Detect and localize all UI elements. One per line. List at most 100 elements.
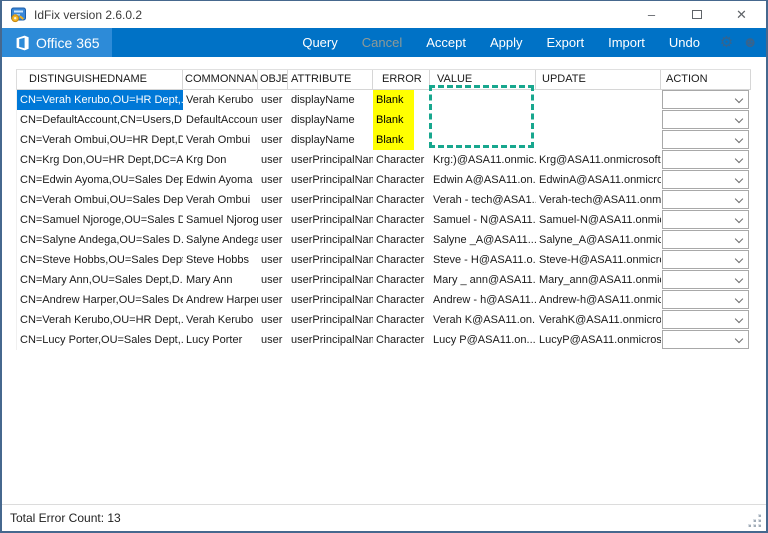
cell-commonname[interactable]: Mary Ann [183, 270, 258, 290]
action-dropdown[interactable] [662, 150, 749, 169]
column-header-value[interactable]: VALUE [430, 70, 536, 90]
action-dropdown[interactable] [662, 210, 749, 229]
cell-commonname[interactable]: DefaultAccount [183, 110, 258, 130]
cell-distinguishedname[interactable]: CN=Verah Kerubo,OU=HR Dept,... [17, 90, 183, 110]
cell-update[interactable] [536, 130, 661, 150]
cell-objectclass[interactable]: user [258, 190, 288, 210]
cell-distinguishedname[interactable]: CN=Steve Hobbs,OU=Sales Dept... [17, 250, 183, 270]
menu-item-undo[interactable]: Undo [669, 35, 700, 50]
cell-error[interactable]: Character [373, 230, 430, 250]
column-header-obje[interactable]: OBJE [258, 70, 288, 90]
cell-commonname[interactable]: Steve Hobbs [183, 250, 258, 270]
action-dropdown[interactable] [662, 230, 749, 249]
cell-objectclass[interactable]: user [258, 110, 288, 130]
column-header-commonnami[interactable]: COMMONNAMI [183, 70, 258, 90]
cell-value[interactable] [430, 110, 536, 130]
cell-update[interactable]: VerahK@ASA11.onmicros... [536, 310, 661, 330]
cell-commonname[interactable]: Verah Kerubo [183, 310, 258, 330]
cell-value[interactable]: Samuel - N@ASA11.... [430, 210, 536, 230]
cell-commonname[interactable]: Verah Kerubo [183, 90, 258, 110]
close-button[interactable]: ✕ [719, 1, 764, 28]
settings-gear-icon[interactable]: ⚙ [720, 35, 733, 50]
cell-error[interactable]: Blank [373, 90, 430, 110]
cell-commonname[interactable]: Lucy Porter [183, 330, 258, 350]
cell-error[interactable]: Blank [373, 110, 430, 130]
resize-grip-icon[interactable] [748, 514, 761, 527]
action-dropdown[interactable] [662, 90, 749, 109]
cell-update[interactable]: Steve-H@ASA11.onmicro... [536, 250, 661, 270]
cell-value[interactable]: Andrew - h@ASA11.... [430, 290, 536, 310]
cell-update[interactable] [536, 90, 661, 110]
cell-commonname[interactable]: Andrew Harper [183, 290, 258, 310]
column-header-attribute[interactable]: ATTRIBUTE [288, 70, 373, 90]
column-header-error[interactable]: ERROR [373, 70, 430, 90]
cell-attribute[interactable]: displayName [288, 110, 373, 130]
cell-attribute[interactable]: userPrincipalName [288, 310, 373, 330]
cell-objectclass[interactable]: user [258, 270, 288, 290]
cell-attribute[interactable]: userPrincipalName [288, 170, 373, 190]
action-dropdown[interactable] [662, 330, 749, 349]
action-dropdown[interactable] [662, 170, 749, 189]
cell-value[interactable]: Krg:)@ASA11.onmic... [430, 150, 536, 170]
minimize-button[interactable]: – [629, 1, 674, 28]
cell-value[interactable]: Edwin A@ASA11.on... [430, 170, 536, 190]
cell-error[interactable]: Character [373, 330, 430, 350]
menu-item-apply[interactable]: Apply [490, 35, 523, 50]
cell-commonname[interactable]: Salyne Andega [183, 230, 258, 250]
cell-update[interactable]: Verah-tech@ASA11.onmi... [536, 190, 661, 210]
cell-attribute[interactable]: userPrincipalName [288, 150, 373, 170]
action-dropdown[interactable] [662, 190, 749, 209]
cell-attribute[interactable]: userPrincipalName [288, 330, 373, 350]
cell-attribute[interactable]: userPrincipalName [288, 290, 373, 310]
cell-commonname[interactable]: Edwin Ayoma [183, 170, 258, 190]
cell-distinguishedname[interactable]: CN=Edwin Ayoma,OU=Sales Dep... [17, 170, 183, 190]
cell-attribute[interactable]: userPrincipalName [288, 230, 373, 250]
cell-objectclass[interactable]: user [258, 150, 288, 170]
cell-value[interactable] [430, 130, 536, 150]
maximize-button[interactable] [674, 1, 719, 28]
cell-value[interactable]: Mary _ ann@ASA11... [430, 270, 536, 290]
cell-error[interactable]: Character [373, 290, 430, 310]
menu-item-import[interactable]: Import [608, 35, 645, 50]
cell-error[interactable]: Character [373, 270, 430, 290]
cell-error[interactable]: Character [373, 210, 430, 230]
cell-distinguishedname[interactable]: CN=Verah Ombui,OU=HR Dept,D... [17, 130, 183, 150]
cell-commonname[interactable]: Samuel Njoroge [183, 210, 258, 230]
cell-update[interactable]: Andrew-h@ASA11.onmicr... [536, 290, 661, 310]
column-header-distinguishedname[interactable]: DISTINGUISHEDNAME [17, 70, 183, 90]
action-dropdown[interactable] [662, 310, 749, 329]
column-header-update[interactable]: UPDATE [536, 70, 661, 90]
cell-objectclass[interactable]: user [258, 310, 288, 330]
cell-distinguishedname[interactable]: CN=Verah Ombui,OU=Sales Dept... [17, 190, 183, 210]
cell-value[interactable]: Verah - tech@ASA1... [430, 190, 536, 210]
cell-error[interactable]: Character [373, 170, 430, 190]
cell-distinguishedname[interactable]: CN=Lucy Porter,OU=Sales Dept,... [17, 330, 183, 350]
cell-value[interactable]: Verah K@ASA11.on... [430, 310, 536, 330]
cell-attribute[interactable]: userPrincipalName [288, 270, 373, 290]
feedback-smiley-icon[interactable]: ☻ [742, 35, 758, 50]
cell-attribute[interactable]: userPrincipalName [288, 210, 373, 230]
cell-objectclass[interactable]: user [258, 230, 288, 250]
cell-update[interactable]: Mary_ann@ASA11.onmic... [536, 270, 661, 290]
cell-objectclass[interactable]: user [258, 90, 288, 110]
cell-distinguishedname[interactable]: CN=Andrew Harper,OU=Sales De... [17, 290, 183, 310]
cell-distinguishedname[interactable]: CN=Verah Kerubo,OU=HR Dept,... [17, 310, 183, 330]
cell-update[interactable]: LucyP@ASA11.onmicros... [536, 330, 661, 350]
cell-objectclass[interactable]: user [258, 250, 288, 270]
cell-commonname[interactable]: Verah Ombui [183, 190, 258, 210]
cell-value[interactable]: Lucy P@ASA11.on... [430, 330, 536, 350]
cell-attribute[interactable]: displayName [288, 90, 373, 110]
cell-update[interactable]: Salyne_A@ASA11.onmicr... [536, 230, 661, 250]
menu-item-query[interactable]: Query [302, 35, 337, 50]
column-header-action[interactable]: ACTION [661, 70, 751, 90]
cell-value[interactable] [430, 90, 536, 110]
action-dropdown[interactable] [662, 290, 749, 309]
cell-objectclass[interactable]: user [258, 330, 288, 350]
cell-commonname[interactable]: Verah Ombui [183, 130, 258, 150]
cell-distinguishedname[interactable]: CN=Krg Don,OU=HR Dept,DC=A... [17, 150, 183, 170]
action-dropdown[interactable] [662, 110, 749, 129]
cell-objectclass[interactable]: user [258, 290, 288, 310]
cell-distinguishedname[interactable]: CN=DefaultAccount,CN=Users,D... [17, 110, 183, 130]
cell-distinguishedname[interactable]: CN=Mary Ann,OU=Sales Dept,D... [17, 270, 183, 290]
cell-objectclass[interactable]: user [258, 210, 288, 230]
